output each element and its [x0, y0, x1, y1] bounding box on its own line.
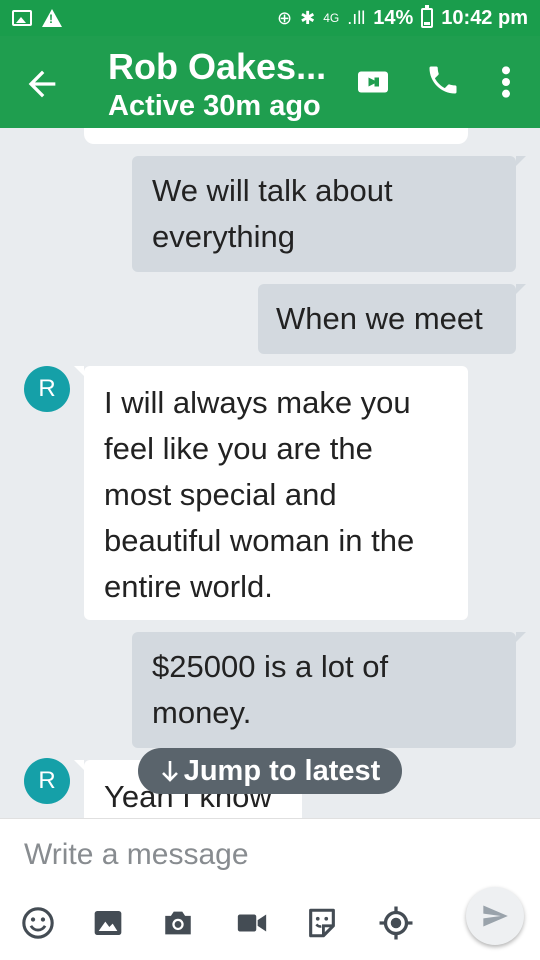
video-call-button[interactable]	[355, 64, 391, 100]
arrow-down-icon	[161, 761, 178, 782]
video-message-button[interactable]	[234, 905, 270, 941]
message-list[interactable]: We will talk about everything When we me…	[0, 128, 540, 818]
video-camera-icon	[358, 71, 388, 93]
avatar[interactable]: R	[24, 366, 70, 412]
contact-name[interactable]: Rob Oakes...	[108, 46, 326, 88]
incoming-message[interactable]: I will always make you feel like you are…	[74, 366, 468, 620]
emoji-icon	[22, 907, 54, 939]
jump-to-latest-label: Jump to latest	[183, 754, 381, 787]
image-notification-icon	[12, 10, 32, 26]
phone-icon	[429, 66, 457, 94]
camera-button[interactable]	[160, 905, 196, 941]
network-type: 4G	[323, 11, 340, 25]
contact-status: Active 30m ago	[108, 90, 321, 122]
back-arrow-icon	[28, 70, 56, 98]
battery-percent: 14%	[373, 6, 414, 29]
jump-to-latest-button[interactable]: Jump to latest	[138, 748, 402, 794]
gallery-icon	[94, 911, 122, 935]
clock: 10:42 pm	[441, 6, 528, 29]
avatar[interactable]: R	[24, 758, 70, 804]
video-message-icon	[237, 914, 267, 932]
status-bar: ⊕ ✱ 4G .ıll 14% 10:42 pm	[0, 0, 540, 36]
outgoing-message[interactable]: $25000 is a lot of money.	[132, 632, 526, 748]
warning-icon	[42, 9, 62, 27]
signal-icon: .ıll	[347, 7, 366, 28]
send-icon	[483, 905, 508, 927]
data-saver-icon: ⊕	[277, 7, 293, 28]
emoji-button[interactable]	[20, 905, 56, 941]
battery-icon	[421, 5, 434, 28]
sticker-button[interactable]	[304, 905, 340, 941]
back-button[interactable]	[22, 64, 62, 104]
location-button[interactable]	[378, 905, 414, 941]
more-vert-icon	[502, 66, 510, 98]
camera-icon	[165, 911, 191, 935]
message-bubble-partial	[84, 128, 468, 144]
message-input[interactable]	[24, 835, 504, 875]
conversation-header: Rob Oakes... Active 30m ago	[0, 36, 540, 128]
voice-call-button[interactable]	[425, 62, 461, 98]
location-icon	[379, 906, 413, 940]
outgoing-message[interactable]: We will talk about everything	[132, 156, 526, 272]
gallery-button[interactable]	[90, 905, 126, 941]
message-composer	[0, 818, 540, 960]
send-button[interactable]	[466, 887, 524, 945]
more-options-button[interactable]	[496, 62, 516, 102]
outgoing-message[interactable]: When we meet	[258, 284, 526, 354]
sticker-icon	[309, 908, 335, 938]
bluetooth-icon: ✱	[300, 7, 316, 28]
